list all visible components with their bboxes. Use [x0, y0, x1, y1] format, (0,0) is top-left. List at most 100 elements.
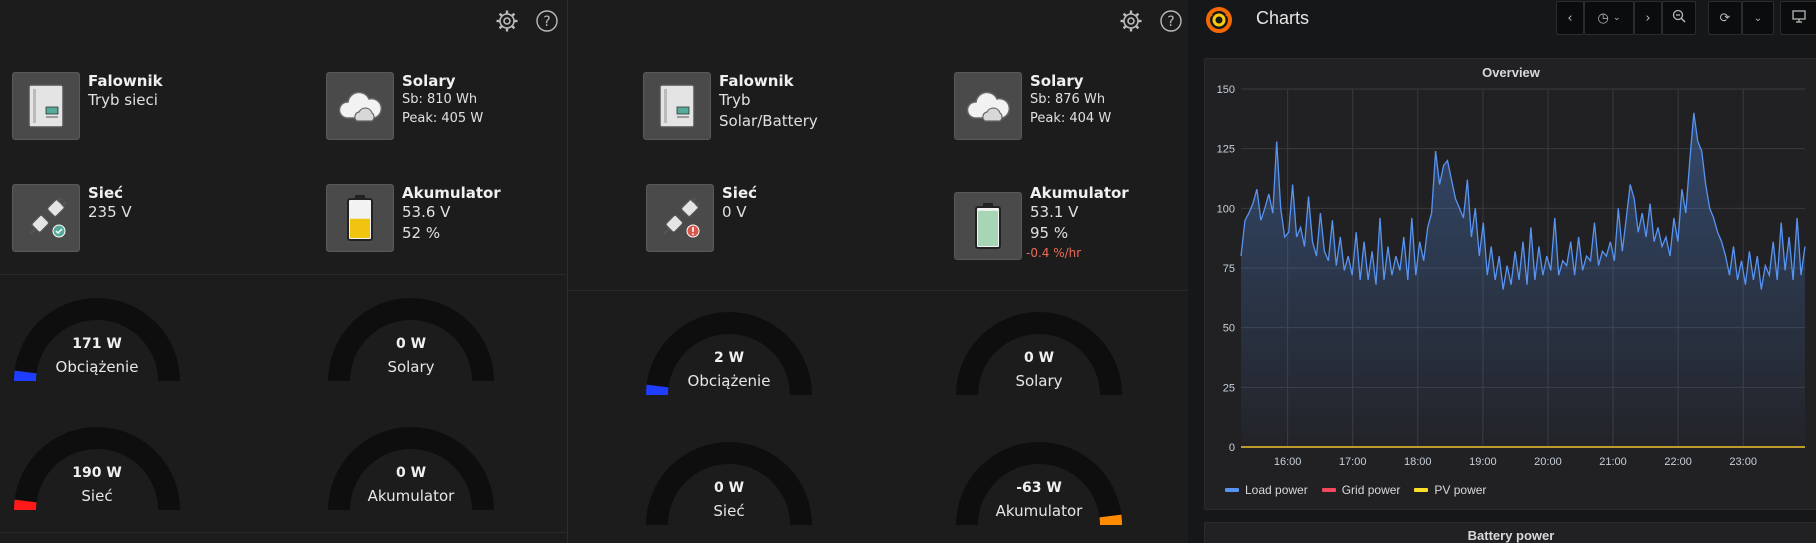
time-back-button[interactable]: ‹: [1556, 1, 1584, 35]
y-tick-label: 25: [1223, 382, 1235, 394]
clock-icon: ◷: [1597, 10, 1609, 26]
panel-title[interactable]: Battery power: [1205, 528, 1816, 543]
svg-text:?: ?: [543, 14, 550, 30]
y-tick-label: 0: [1229, 442, 1235, 454]
overview-chart: 0 25 50 75 100 125 150 16:00 17:00 18:00 19:00 20:0…: [1217, 84, 1806, 468]
refresh-button[interactable]: ⟳: [1708, 1, 1742, 35]
x-tick-label: 23:00: [1729, 456, 1757, 468]
gauge-solary: 0 W Solary: [954, 310, 1124, 400]
gear-icon[interactable]: [1118, 8, 1144, 34]
gauge-value: 0 W: [395, 465, 427, 481]
gauge-obciazenie: 171 W Obciążenie: [12, 296, 182, 386]
refresh-icon: ⟳: [1719, 10, 1731, 26]
legend-label: PV power: [1434, 483, 1487, 497]
time-picker-button[interactable]: ◷ ⌄: [1584, 1, 1634, 35]
akumulator-voltage: 53.6 V: [402, 203, 451, 221]
inverter-icon: [12, 72, 80, 140]
chevron-down-icon: ⌄: [1612, 13, 1621, 23]
solary-peak: Peak: 404 W: [1030, 111, 1112, 126]
gauge-solary: 0 W Solary: [326, 296, 496, 386]
gauge-akumulator: 0 W Akumulator: [326, 425, 496, 515]
section-divider: [568, 290, 1189, 291]
legend-swatch: [1225, 488, 1239, 492]
gauge-value: -63 W: [1016, 480, 1062, 496]
siec-title: Sieć: [722, 184, 758, 202]
gauge-value: 0 W: [713, 480, 745, 496]
gauge-label: Solary: [1015, 372, 1063, 390]
zoom-out-icon: [1672, 9, 1686, 27]
falownik-mode-detail: Solar/Battery: [719, 112, 818, 130]
chevron-left-icon: ‹: [1567, 10, 1573, 26]
akumulator-title: Akumulator: [402, 184, 501, 202]
falownik-title: Falownik: [719, 72, 794, 90]
legend-swatch: [1321, 488, 1336, 492]
bottom-divider: [0, 532, 566, 533]
solary-title: Solary: [1030, 72, 1084, 90]
plug-ok-icon: [12, 184, 80, 252]
solary-peak: Peak: 405 W: [402, 111, 484, 126]
y-tick-label: 150: [1217, 84, 1235, 96]
y-tick-label: 125: [1217, 144, 1235, 156]
section-divider: [0, 274, 566, 275]
siec-title: Sieć: [88, 184, 124, 202]
legend-pv-power[interactable]: PV power: [1414, 483, 1486, 497]
legend-label: Load power: [1245, 483, 1308, 497]
gauge-label: Akumulator: [367, 487, 455, 505]
x-tick-label: 16:00: [1274, 456, 1302, 468]
siec-voltage: 0 V: [722, 203, 747, 221]
series-area: [1241, 112, 1805, 448]
dashboard-title[interactable]: Charts: [1256, 8, 1309, 29]
solary-energy: Sb: 876 Wh: [1030, 92, 1106, 107]
battery-icon: [326, 184, 394, 252]
y-tick-label: 100: [1217, 203, 1235, 215]
solary-title: Solary: [402, 72, 456, 90]
refresh-interval-button[interactable]: ⌄: [1742, 1, 1774, 35]
battery-icon: [954, 192, 1022, 260]
falownik-title: Falownik: [88, 72, 163, 90]
gauge-siec: 190 W Sieć: [12, 425, 182, 515]
x-tick-label: 20:00: [1534, 456, 1562, 468]
inverter-icon: [643, 72, 711, 140]
gauge-siec: 0 W Sieć: [644, 440, 814, 530]
time-forward-button[interactable]: ›: [1634, 1, 1662, 35]
cloud-icon: [954, 72, 1022, 140]
zoom-out-button[interactable]: [1662, 1, 1696, 35]
tv-mode-button[interactable]: [1780, 1, 1816, 35]
gauge-label: Solary: [387, 358, 435, 376]
legend-swatch: [1414, 488, 1429, 492]
solary-energy: Sb: 810 Wh: [402, 92, 478, 107]
akumulator-soc: 95 %: [1030, 224, 1069, 242]
gauge-value: 0 W: [1023, 350, 1055, 366]
chart-legend: Load power Grid power PV power: [1225, 483, 1486, 497]
x-tick-label: 22:00: [1664, 456, 1692, 468]
akumulator-rate: -0.4 %/hr: [1026, 246, 1082, 260]
grafana-dashboard: Charts ‹ ◷ ⌄ › ⟳ ⌄ Overview 0 25 50 75 1…: [1188, 0, 1816, 543]
siec-voltage: 235 V: [88, 203, 132, 221]
gauge-label: Sieć: [713, 502, 745, 520]
battery-power-panel: Battery power: [1204, 522, 1816, 543]
grafana-logo-icon[interactable]: [1204, 5, 1234, 35]
svg-text:?: ?: [1167, 14, 1174, 30]
akumulator-title: Akumulator: [1030, 184, 1129, 202]
legend-label: Grid power: [1341, 483, 1401, 497]
legend-grid-power[interactable]: Grid power: [1321, 483, 1401, 497]
y-tick-label: 75: [1223, 263, 1235, 275]
help-icon[interactable]: ?: [1158, 8, 1184, 34]
gauge-label: Akumulator: [995, 502, 1083, 520]
left-inverter-panel: ? Falownik Tryb sieci Solary Sb: 810 Wh …: [0, 0, 566, 543]
middle-inverter-panel: ? Falownik Tryb Solar/Battery Solary Sb:…: [567, 0, 1189, 543]
akumulator-soc: 52 %: [402, 224, 441, 242]
help-icon[interactable]: ?: [534, 8, 560, 34]
x-tick-label: 21:00: [1599, 456, 1627, 468]
x-tick-label: 17:00: [1339, 456, 1367, 468]
gauge-akumulator: -63 W Akumulator: [954, 440, 1124, 530]
monitor-icon: [1792, 9, 1806, 27]
gauge-value: 190 W: [72, 465, 122, 481]
gear-icon[interactable]: [494, 8, 520, 34]
y-tick-label: 50: [1223, 323, 1235, 335]
cloud-icon: [326, 72, 394, 140]
legend-load-power[interactable]: Load power: [1225, 483, 1308, 497]
gauge-value: 171 W: [72, 336, 122, 352]
gauge-label: Sieć: [81, 487, 113, 505]
akumulator-voltage: 53.1 V: [1030, 203, 1079, 221]
